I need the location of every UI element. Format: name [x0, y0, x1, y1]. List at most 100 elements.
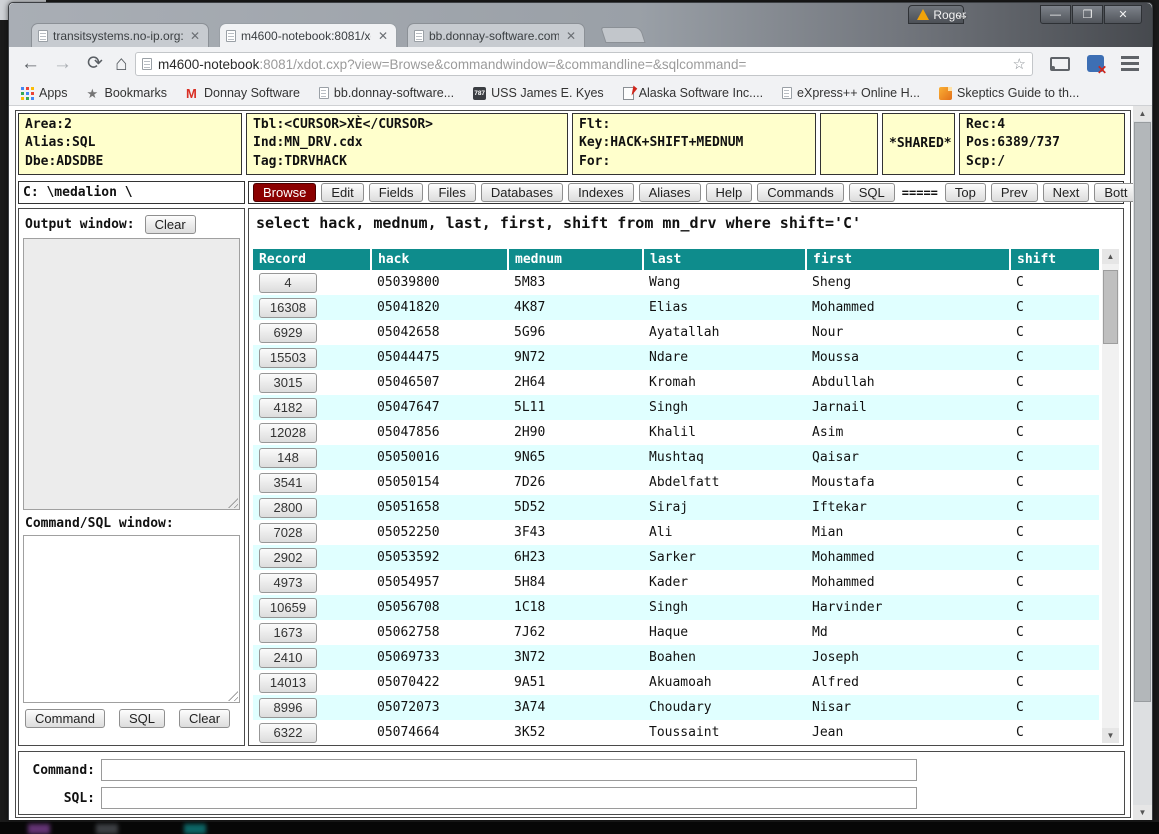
- sql-button[interactable]: SQL: [119, 709, 165, 728]
- clear-button[interactable]: Clear: [179, 709, 230, 728]
- help-button[interactable]: Help: [706, 183, 753, 202]
- record-button[interactable]: 7028: [259, 523, 317, 543]
- sql-button[interactable]: SQL: [849, 183, 895, 202]
- taskbar-icon[interactable]: [28, 824, 50, 834]
- bookmark-item[interactable]: Apps: [21, 86, 68, 100]
- page-scrollbar[interactable]: ▲ ▼: [1133, 106, 1152, 820]
- commands-button[interactable]: Commands: [757, 183, 843, 202]
- record-button[interactable]: 15503: [259, 348, 317, 368]
- bookmark-item[interactable]: USS James E. Kyes: [473, 86, 604, 100]
- record-button[interactable]: 4182: [259, 398, 317, 418]
- record-button[interactable]: 12028: [259, 423, 317, 443]
- extension-icon[interactable]: [1087, 55, 1104, 72]
- record-button[interactable]: 6322: [259, 723, 317, 743]
- record-button[interactable]: 3541: [259, 473, 317, 493]
- taskbar-icon[interactable]: [184, 824, 206, 834]
- record-button[interactable]: 3015: [259, 373, 317, 393]
- bookmark-star-icon[interactable]: ☆: [1013, 55, 1026, 73]
- cast-icon[interactable]: [1050, 57, 1070, 71]
- minimize-button[interactable]: —: [1040, 5, 1071, 24]
- scroll-down-icon[interactable]: ▼: [1102, 728, 1119, 743]
- record-button[interactable]: 10659: [259, 598, 317, 618]
- bookmark-item[interactable]: Donnay Software: [186, 86, 300, 100]
- profile-badge[interactable]: Roger ↔: [908, 5, 964, 24]
- databases-button[interactable]: Databases: [481, 183, 563, 202]
- record-button[interactable]: 4: [259, 273, 317, 293]
- output-window-textarea[interactable]: [23, 238, 240, 510]
- menu-icon[interactable]: [1121, 55, 1139, 71]
- table-scrollbar[interactable]: ▲ ▼: [1102, 249, 1119, 743]
- files-button[interactable]: Files: [428, 183, 475, 202]
- record-button[interactable]: 6929: [259, 323, 317, 343]
- new-tab-button[interactable]: [600, 27, 645, 43]
- command-sql-textarea[interactable]: [23, 535, 240, 703]
- address-bar[interactable]: m4600-notebook:8081/xdot.cxp?view=Browse…: [135, 52, 1033, 76]
- record-button[interactable]: 148: [259, 448, 317, 468]
- cell-hack: 05053592: [371, 545, 508, 570]
- aliases-button[interactable]: Aliases: [639, 183, 701, 202]
- cell-last: Elias: [643, 295, 806, 320]
- cell-hack: 05074664: [371, 720, 508, 745]
- status-area-cell: Area:2 Alias:SQL Dbe:ADSDBE: [18, 113, 242, 175]
- cell-mednum: 9A51: [508, 670, 643, 695]
- back-icon[interactable]: ←: [21, 51, 40, 77]
- record-button[interactable]: 14013: [259, 673, 317, 693]
- record-button[interactable]: 2410: [259, 648, 317, 668]
- cell-shift: C: [1010, 420, 1099, 445]
- cell-first: Moussa: [806, 345, 1010, 370]
- browse-button[interactable]: Browse: [253, 183, 316, 202]
- browser-tab[interactable]: m4600-notebook:8081/xd✕: [219, 23, 397, 47]
- tab-close-icon[interactable]: ✕: [188, 29, 202, 43]
- record-button[interactable]: 8996: [259, 698, 317, 718]
- bott-button[interactable]: Bott: [1094, 183, 1137, 202]
- scrollbar-thumb[interactable]: [1134, 122, 1151, 702]
- bookmark-item[interactable]: Skeptics Guide to th...: [939, 86, 1079, 100]
- prev-button[interactable]: Prev: [991, 183, 1038, 202]
- command-input[interactable]: [101, 759, 917, 781]
- bookmark-item[interactable]: bb.donnay-software...: [319, 86, 454, 100]
- bookmark-label: Apps: [39, 86, 68, 100]
- browser-tab[interactable]: transitsystems.no-ip.org:8✕: [31, 23, 209, 47]
- taskbar-icon[interactable]: [96, 824, 118, 834]
- record-button[interactable]: 16308: [259, 298, 317, 318]
- browse-panel: select hack, mednum, last, first, shift …: [248, 208, 1124, 746]
- status-filter-cell: Flt: Key:HACK+SHIFT+MEDNUM For:: [572, 113, 816, 175]
- bookmark-item[interactable]: eXpress++ Online H...: [782, 86, 920, 100]
- close-button[interactable]: ✕: [1104, 5, 1142, 24]
- command-button[interactable]: Command: [25, 709, 105, 728]
- tab-favicon-icon: [226, 30, 236, 42]
- indexes-button[interactable]: Indexes: [568, 183, 634, 202]
- fields-button[interactable]: Fields: [369, 183, 424, 202]
- tab-close-icon[interactable]: ✕: [376, 29, 390, 43]
- cell-hack: 05046507: [371, 370, 508, 395]
- sql-input[interactable]: [101, 787, 917, 809]
- scroll-up-icon[interactable]: ▲: [1102, 249, 1119, 264]
- url-query: :8081/xdot.cxp?view=Browse&commandwindow…: [259, 57, 746, 72]
- record-button[interactable]: 2800: [259, 498, 317, 518]
- cell-hack: 05062758: [371, 620, 508, 645]
- cell-hack: 05047856: [371, 420, 508, 445]
- path-input[interactable]: [18, 181, 245, 204]
- maximize-button[interactable]: ❒: [1072, 5, 1103, 24]
- record-button[interactable]: 1673: [259, 623, 317, 643]
- scrollbar-thumb[interactable]: [1103, 270, 1118, 344]
- top-button[interactable]: Top: [945, 183, 986, 202]
- scroll-down-icon[interactable]: ▼: [1133, 805, 1152, 820]
- reload-icon[interactable]: ⟳: [87, 51, 103, 77]
- bookmark-item[interactable]: Alaska Software Inc....: [623, 86, 763, 100]
- scroll-up-icon[interactable]: ▲: [1133, 106, 1152, 121]
- forward-icon[interactable]: →: [53, 51, 72, 77]
- table-row: 2902050535926H23SarkerMohammedC: [253, 545, 1099, 570]
- cell-first: Jarnail: [806, 395, 1010, 420]
- output-clear-button[interactable]: Clear: [145, 215, 196, 234]
- record-button[interactable]: 2902: [259, 548, 317, 568]
- cell-mednum: 1C18: [508, 595, 643, 620]
- next-button[interactable]: Next: [1043, 183, 1090, 202]
- tab-close-icon[interactable]: ✕: [564, 29, 578, 43]
- browser-tab[interactable]: bb.donnay-software.com✕: [407, 23, 585, 47]
- home-icon[interactable]: ⌂: [115, 51, 128, 77]
- bookmark-item[interactable]: Bookmarks: [87, 86, 168, 100]
- cell-mednum: 4K87: [508, 295, 643, 320]
- edit-button[interactable]: Edit: [321, 183, 363, 202]
- record-button[interactable]: 4973: [259, 573, 317, 593]
